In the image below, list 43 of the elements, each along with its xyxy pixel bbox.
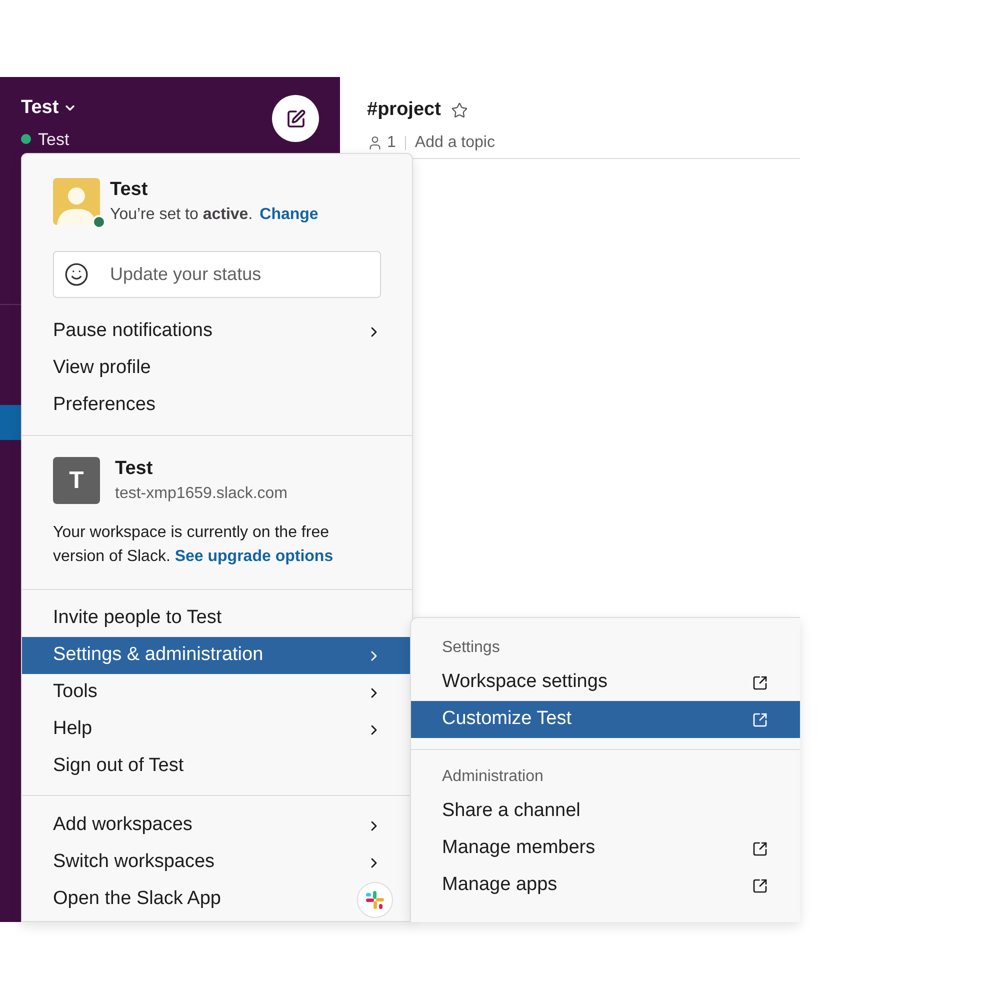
menu-item[interactable]: Open the Slack App [22, 881, 412, 918]
workspace-name: Test [115, 457, 154, 481]
user-status-label: Test [38, 128, 70, 150]
menu-item[interactable]: Switch workspaces [22, 844, 412, 881]
channel-topic[interactable]: Add a topic [414, 130, 495, 154]
menu-item[interactable]: Manage apps [411, 867, 800, 904]
smiley-icon [64, 262, 89, 287]
workspace-domain: test-xmp1659.slack.com [115, 484, 288, 504]
section-heading: Administration [441, 767, 544, 787]
channel-title[interactable]: #project [367, 96, 441, 124]
menu-item[interactable]: Workspace settings [411, 664, 800, 701]
compose-icon [286, 108, 306, 128]
user-name: Test [110, 178, 149, 202]
section-heading: Settings [441, 638, 501, 658]
user-avatar [53, 178, 100, 225]
workspace-avatar: T [53, 457, 100, 504]
plan-notice: Your workspace is currently on the free version of Slack. See upgrade options [53, 523, 334, 567]
menu-item[interactable]: Add workspaces [22, 807, 412, 844]
app-logo-icon [365, 890, 385, 910]
menu-item[interactable]: Manage members [411, 830, 800, 867]
external-link-icon [752, 674, 768, 690]
upgrade-link[interactable]: See upgrade options [174, 548, 334, 565]
workspace-switcher[interactable]: Test [21, 94, 77, 122]
menu-item[interactable]: Settings & administration [22, 637, 412, 674]
member-icon[interactable] [367, 134, 383, 150]
menu-item[interactable]: Sign out of Test [22, 748, 412, 785]
menu-item[interactable]: Share a channel [411, 793, 800, 830]
menu-item[interactable]: View profile [22, 350, 412, 387]
external-link-icon [752, 878, 768, 894]
member-count[interactable]: 1 [387, 130, 396, 154]
menu-item[interactable]: Pause notifications [22, 313, 412, 350]
change-link[interactable]: Change [260, 203, 318, 227]
menu-item[interactable]: Invite people to Test [22, 600, 412, 637]
external-link-icon [752, 840, 768, 856]
status-field[interactable]: Update your status [53, 251, 381, 298]
menu-item[interactable]: Help [22, 711, 412, 748]
compose-button[interactable] [272, 95, 319, 142]
status-text: You’re set to active. [110, 205, 253, 225]
external-link-icon [752, 712, 768, 728]
menu-item[interactable]: Preferences [22, 387, 412, 424]
menu-item[interactable]: Tools [22, 674, 412, 711]
star-icon[interactable] [450, 102, 468, 119]
menu-item[interactable]: Customize Test [411, 701, 800, 738]
